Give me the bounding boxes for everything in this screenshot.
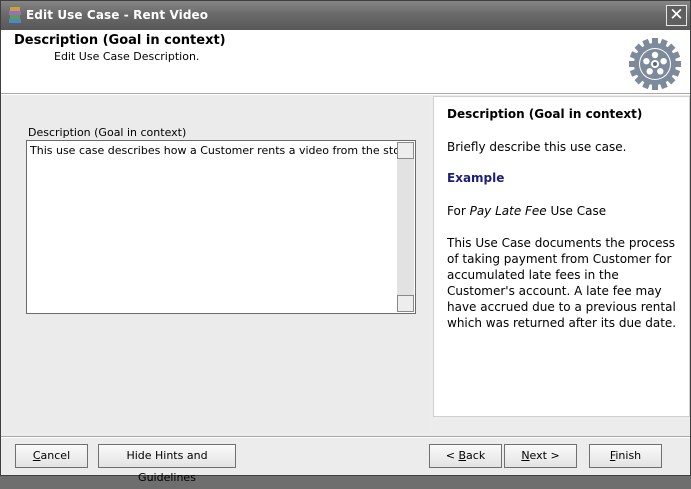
next-button[interactable]: Next > (504, 444, 577, 468)
scroll-up-button[interactable] (397, 142, 414, 159)
cancel-label: ancel (40, 449, 71, 462)
example-use-case-name: Pay Late Fee (469, 204, 547, 218)
description-label: Description (Goal in context) (28, 126, 187, 139)
wizard-header: Description (Goal in context) Edit Use C… (1, 30, 690, 94)
example-title: For Pay Late Fee Use Case (447, 203, 682, 219)
example-heading: Example (447, 171, 505, 185)
cancel-button[interactable]: Cancel (15, 444, 88, 468)
hide-hints-button[interactable]: Hide Hints and Guidelines (98, 444, 236, 484)
edit-panel: Description (Goal in context) This use c… (4, 96, 429, 433)
page-subtitle: Edit Use Case Description. (54, 50, 200, 63)
hints-intro: Briefly describe this use case. (447, 140, 627, 154)
gear-icon (629, 38, 681, 90)
page-title: Description (Goal in context) (14, 33, 226, 48)
hints-panel: Description (Goal in context) Briefly de… (433, 96, 690, 417)
title-bar[interactable]: Edit Use Case - Rent Video ✕ (1, 1, 690, 30)
textarea-scrollbar[interactable] (397, 142, 414, 312)
window-title: Edit Use Case - Rent Video (26, 8, 209, 22)
header-separator (1, 94, 690, 95)
back-arrow: < (445, 449, 459, 462)
close-icon: ✕ (669, 5, 684, 25)
back-button[interactable]: < Back (429, 444, 502, 468)
next-label: ext (529, 449, 547, 462)
back-label: ack (466, 449, 486, 462)
description-textarea[interactable]: This use case describes how a Customer r… (26, 140, 416, 314)
close-button[interactable]: ✕ (666, 5, 687, 26)
example-body: This Use Case documents the process of t… (447, 236, 677, 330)
example-prefix: For (447, 204, 470, 218)
back-accelerator: B (458, 449, 467, 462)
hints-heading: Description (Goal in context) (447, 107, 643, 121)
footer-separator-highlight (1, 437, 690, 438)
cancel-accelerator: C (32, 449, 41, 462)
next-arrow: > (546, 449, 560, 462)
example-suffix: Use Case (546, 204, 607, 218)
finish-label: inish (615, 449, 642, 462)
next-accelerator: N (521, 449, 530, 462)
description-text: This use case describes how a Customer r… (30, 144, 415, 157)
app-stack-icon (9, 7, 21, 23)
scroll-down-button[interactable] (397, 295, 414, 312)
dialog-window: Edit Use Case - Rent Video ✕ Description… (0, 0, 691, 484)
finish-button[interactable]: Finish (589, 444, 662, 468)
